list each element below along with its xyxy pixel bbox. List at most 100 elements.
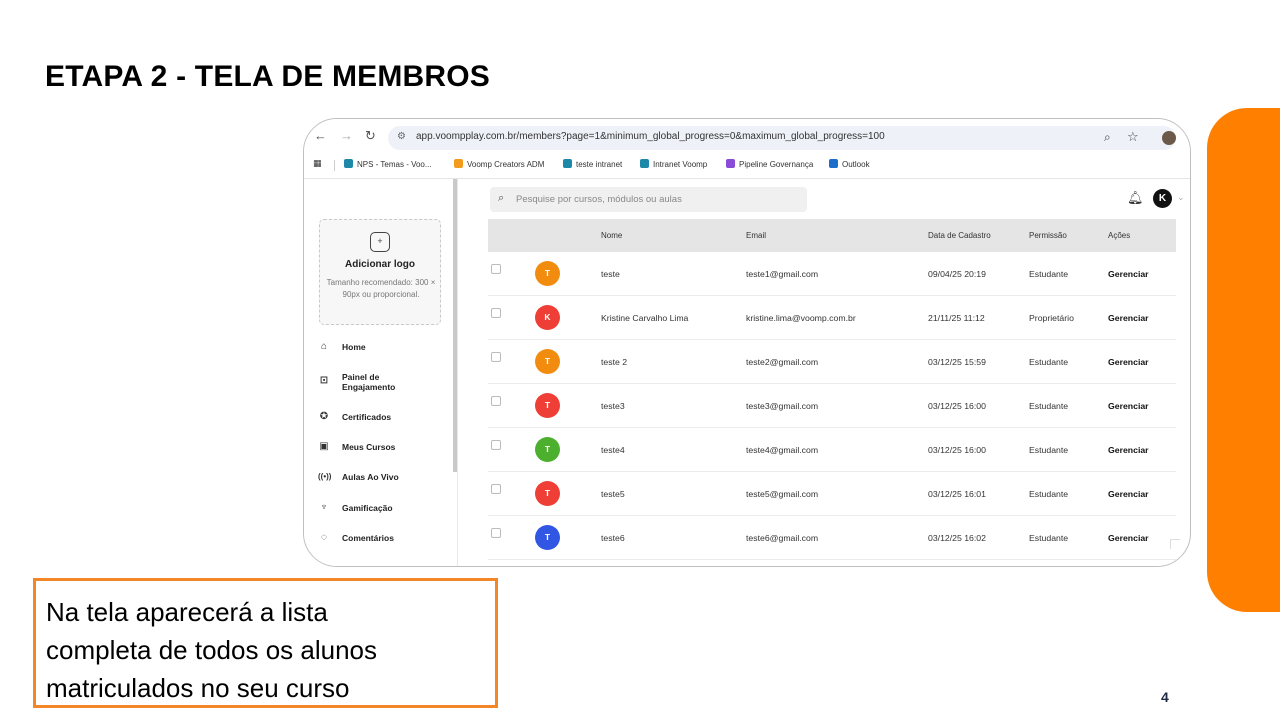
manage-link[interactable]: Gerenciar <box>1108 445 1149 455</box>
back-icon[interactable]: ← <box>314 128 327 143</box>
search-icon: ⌕ <box>498 192 505 204</box>
manage-link[interactable]: Gerenciar <box>1108 401 1149 411</box>
column-header-name: Nome <box>601 231 623 240</box>
member-permission: Estudante <box>1029 269 1069 279</box>
member-permission: Estudante <box>1029 533 1069 543</box>
sidebar-item-label: Certificados <box>342 412 392 422</box>
member-name: teste3 <box>601 401 625 411</box>
caption-line: completa de todos os alunos <box>46 635 377 665</box>
url-text: app.voompplay.com.br/members?page=1&mini… <box>416 131 885 142</box>
reload-icon[interactable]: ↻ <box>365 128 376 144</box>
avatar: K <box>535 305 560 330</box>
table-row: T teste3 teste3@gmail.com 03/12/25 16:00… <box>488 384 1176 428</box>
avatar: T <box>535 481 560 506</box>
member-date: 21/11/25 11:12 <box>928 313 985 323</box>
site-settings-icon[interactable]: ⚙ <box>397 131 406 142</box>
member-permission: Estudante <box>1029 357 1069 367</box>
bookmark-label: Pipeline Governança <box>739 160 814 169</box>
column-header-actions: Ações <box>1108 231 1131 240</box>
caption-line: matriculados no seu curso <box>46 673 350 703</box>
bookmark-label: Outlook <box>842 160 870 169</box>
bookmark-favicon <box>454 159 463 168</box>
bookmarks-divider <box>334 160 335 171</box>
manage-link[interactable]: Gerenciar <box>1108 269 1149 279</box>
zoom-icon[interactable]: ⌕ <box>1104 130 1111 145</box>
bookmark-item[interactable]: Outlook <box>829 159 870 169</box>
bookmark-item[interactable]: NPS - Temas - Voo... <box>344 159 432 169</box>
manage-link[interactable]: Gerenciar <box>1108 489 1149 499</box>
sidebar-divider <box>457 179 458 566</box>
bookmark-item[interactable]: Voomp Creators ADM <box>454 159 544 169</box>
member-email: kristine.lima@voomp.com.br <box>746 313 856 323</box>
bookmark-label: NPS - Temas - Voo... <box>357 160 432 169</box>
member-permission: Estudante <box>1029 445 1069 455</box>
member-email: teste1@gmail.com <box>746 269 819 279</box>
add-logo-hint: Tamanho recomendado: 300 × 90px ou propo… <box>326 278 436 299</box>
row-checkbox[interactable] <box>491 440 501 450</box>
bookmark-star-icon[interactable]: ☆ <box>1127 129 1139 145</box>
broadcast-icon: ((•)) <box>318 472 332 481</box>
bookmark-favicon <box>726 159 735 168</box>
award-icon: ✪ <box>319 411 329 422</box>
bookmark-label: Intranet Voomp <box>653 160 708 169</box>
member-email: teste5@gmail.com <box>746 489 819 499</box>
trophy-icon: ♆ <box>320 502 328 513</box>
add-logo-dropzone[interactable]: + Adicionar logo Tamanho recomendado: 30… <box>319 219 441 325</box>
chart-icon: ⊡ <box>319 375 329 386</box>
apps-grid-icon[interactable]: ▦ <box>313 158 322 169</box>
table-row: T teste5 teste5@gmail.com 03/12/25 16:01… <box>488 472 1176 516</box>
table-row: T teste teste1@gmail.com 09/04/25 20:19 … <box>488 252 1176 296</box>
bell-icon[interactable]: 🔔︎ <box>1127 190 1144 206</box>
search-input[interactable]: ⌕ Pesquise por cursos, módulos ou aulas <box>490 187 807 212</box>
bookmark-item[interactable]: Pipeline Governança <box>726 159 813 169</box>
avatar: T <box>535 393 560 418</box>
resize-corner <box>1170 539 1180 549</box>
member-date: 03/12/25 15:59 <box>928 357 986 367</box>
member-name: teste <box>601 269 620 279</box>
avatar: T <box>535 437 560 462</box>
caption-line: Na tela aparecerá a lista <box>46 597 328 627</box>
sidebar-item-label: Aulas Ao Vivo <box>342 472 399 482</box>
address-bar[interactable]: ⚙ app.voompplay.com.br/members?page=1&mi… <box>388 126 1176 150</box>
slide: ETAPA 2 - TELA DE MEMBROS ← → ↻ ⚙ app.vo… <box>0 0 1280 720</box>
bookmarks-bar: ▦ NPS - Temas - Voo... Voomp Creators AD… <box>304 155 1190 177</box>
slide-title: ETAPA 2 - TELA DE MEMBROS <box>45 60 491 93</box>
screenshot-frame: ← → ↻ ⚙ app.voompplay.com.br/members?pag… <box>303 118 1191 567</box>
table-row: K Kristine Carvalho Lima kristine.lima@v… <box>488 296 1176 340</box>
manage-link[interactable]: Gerenciar <box>1108 533 1149 543</box>
browser-profile-avatar[interactable] <box>1162 131 1176 145</box>
row-checkbox[interactable] <box>491 484 501 494</box>
table-row: T teste6 teste6@gmail.com 03/12/25 16:02… <box>488 516 1176 560</box>
row-checkbox[interactable] <box>491 396 501 406</box>
row-checkbox[interactable] <box>491 264 501 274</box>
caption-box: Na tela aparecerá a lista completa de to… <box>33 578 498 708</box>
table-row: T teste 2 teste2@gmail.com 03/12/25 15:5… <box>488 340 1176 384</box>
member-date: 03/12/25 16:02 <box>928 533 986 543</box>
bookmark-favicon <box>563 159 572 168</box>
member-permission: Proprietário <box>1029 313 1074 323</box>
member-name: teste4 <box>601 445 625 455</box>
member-date: 03/12/25 16:00 <box>928 445 986 455</box>
sidebar-item-label: Meus Cursos <box>342 442 396 452</box>
avatar[interactable]: K <box>1153 189 1172 208</box>
page-number: 4 <box>1161 689 1169 705</box>
row-checkbox[interactable] <box>491 352 501 362</box>
image-add-icon: + <box>370 232 390 252</box>
manage-link[interactable]: Gerenciar <box>1108 357 1149 367</box>
sidebar-item-label: Painel de Engajamento <box>342 372 396 392</box>
table-row: T teste4 teste4@gmail.com 03/12/25 16:00… <box>488 428 1176 472</box>
chevron-down-icon[interactable]: ⌄ <box>1177 192 1185 203</box>
add-logo-title: Adicionar logo <box>345 259 415 270</box>
member-permission: Estudante <box>1029 489 1069 499</box>
avatar: T <box>535 349 560 374</box>
row-checkbox[interactable] <box>491 308 501 318</box>
calendar-icon: ▣ <box>319 441 329 452</box>
forward-icon[interactable]: → <box>340 128 353 143</box>
bookmark-favicon <box>640 159 649 168</box>
bookmark-favicon <box>344 159 353 168</box>
row-checkbox[interactable] <box>491 528 501 538</box>
comment-icon: ◌ <box>321 532 327 543</box>
bookmark-item[interactable]: teste intranet <box>563 159 622 169</box>
bookmark-item[interactable]: Intranet Voomp <box>640 159 707 169</box>
manage-link[interactable]: Gerenciar <box>1108 313 1149 323</box>
